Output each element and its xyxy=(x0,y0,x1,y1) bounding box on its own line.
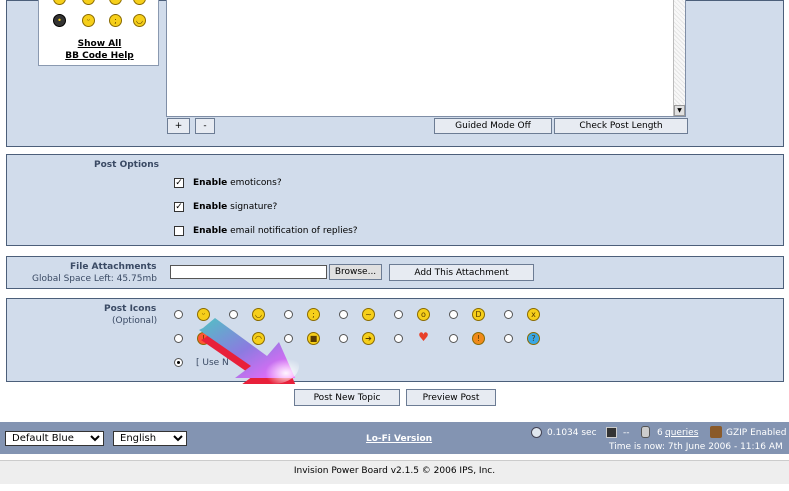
emoticons-checkbox[interactable]: ✓ xyxy=(174,178,184,188)
space-left-text: Global Space Left: 45.75mb xyxy=(32,274,157,284)
alert-icon: ! xyxy=(472,332,485,345)
copyright-text: Invision Power Board v2.1.5 © 2006 IPS, … xyxy=(293,466,496,476)
textarea-scrollbar[interactable]: ▼ xyxy=(673,0,685,116)
preview-post-button[interactable]: Preview Post xyxy=(406,389,496,406)
show-all-link[interactable]: Show All xyxy=(39,39,160,49)
guided-mode-button[interactable]: Guided Mode Off xyxy=(434,118,552,134)
post-icon-radio[interactable] xyxy=(449,334,458,343)
post-icons-title: Post Icons xyxy=(104,304,157,314)
joy-emoticon-icon[interactable] xyxy=(109,0,122,5)
ninja-emoticon-icon[interactable]: • xyxy=(53,14,66,27)
post-icon-radio[interactable] xyxy=(174,334,183,343)
post-new-topic-button[interactable]: Post New Topic xyxy=(294,389,400,406)
scroll-down-icon[interactable]: ▼ xyxy=(674,105,685,116)
post-icon-radio[interactable] xyxy=(339,310,348,319)
laugh-icon: D xyxy=(472,308,485,321)
arrow-icon: ➔ xyxy=(362,332,375,345)
emoticon-box: • ᵕ ; ◡ Show All BB Code Help xyxy=(38,0,159,66)
wink-icon: ; xyxy=(307,308,320,321)
gzip-status: GZIP Enabled xyxy=(726,428,787,438)
cool-icon: ■ xyxy=(307,332,320,345)
queries-link[interactable]: queries xyxy=(665,428,698,438)
post-options-title: Post Options xyxy=(94,160,159,170)
question-icon: ? xyxy=(527,332,540,345)
post-icon-radio[interactable] xyxy=(449,310,458,319)
option-bold: Enable xyxy=(193,226,228,236)
skin-select[interactable]: Default Blue xyxy=(5,431,104,446)
signature-option-label: Enable signature? xyxy=(193,202,277,212)
cool-emoticon-icon[interactable]: ◡ xyxy=(133,14,146,27)
queries-count: 6 xyxy=(657,428,663,438)
exec-time: 0.1034 sec xyxy=(547,428,597,438)
use-none-radio[interactable] xyxy=(174,358,183,367)
shrink-button[interactable]: - xyxy=(195,118,215,134)
option-text: signature? xyxy=(230,202,278,212)
server-load-icon xyxy=(606,427,617,438)
check-length-button[interactable]: Check Post Length xyxy=(554,118,688,134)
post-textarea[interactable]: ▼ xyxy=(166,0,686,117)
language-select[interactable]: English xyxy=(113,431,187,446)
gzip-icon xyxy=(710,426,722,438)
option-bold: Enable xyxy=(193,178,228,188)
heart-icon: ♥ xyxy=(418,330,429,344)
post-icons-optional: (Optional) xyxy=(112,316,158,326)
shy-emoticon-icon[interactable] xyxy=(53,0,66,5)
post-icon-radio[interactable] xyxy=(339,334,348,343)
happy-emoticon-icon[interactable] xyxy=(82,0,95,5)
signature-checkbox[interactable]: ✓ xyxy=(174,202,184,212)
enlarge-button[interactable]: + xyxy=(167,118,190,134)
thinking-icon: ~ xyxy=(362,308,375,321)
lofi-link[interactable]: Lo-Fi Version xyxy=(366,434,432,444)
database-icon xyxy=(641,426,650,438)
email-option-label: Enable email notification of replies? xyxy=(193,226,358,236)
current-time: Time is now: 7th June 2006 - 11:16 AM xyxy=(609,442,783,452)
file-input[interactable] xyxy=(170,265,327,279)
smile-emoticon-icon[interactable]: ᵕ xyxy=(82,14,95,27)
post-icon-radio[interactable] xyxy=(504,310,513,319)
shocked-icon: o xyxy=(417,308,430,321)
attachments-title: File Attachments xyxy=(70,262,157,272)
option-text: emoticons? xyxy=(230,178,282,188)
bbcode-help-link[interactable]: BB Code Help xyxy=(39,51,160,61)
browse-button[interactable]: Browse... xyxy=(329,264,382,280)
post-icon-radio[interactable] xyxy=(174,310,183,319)
post-icon-radio[interactable] xyxy=(394,334,403,343)
email-notify-checkbox[interactable] xyxy=(174,226,184,236)
wink-emoticon-icon[interactable]: ; xyxy=(109,14,122,27)
exec-time-icon xyxy=(531,427,542,438)
option-text: email notification of replies? xyxy=(230,226,358,236)
emoticons-option-label: Enable emoticons? xyxy=(193,178,282,188)
blush-emoticon-icon[interactable] xyxy=(133,0,146,5)
post-icon-radio[interactable] xyxy=(504,334,513,343)
angry-icon: x xyxy=(527,308,540,321)
option-bold: Enable xyxy=(193,202,228,212)
post-icon-radio[interactable] xyxy=(394,310,403,319)
add-attachment-button[interactable]: Add This Attachment xyxy=(389,264,534,281)
server-load: -- xyxy=(623,428,630,438)
